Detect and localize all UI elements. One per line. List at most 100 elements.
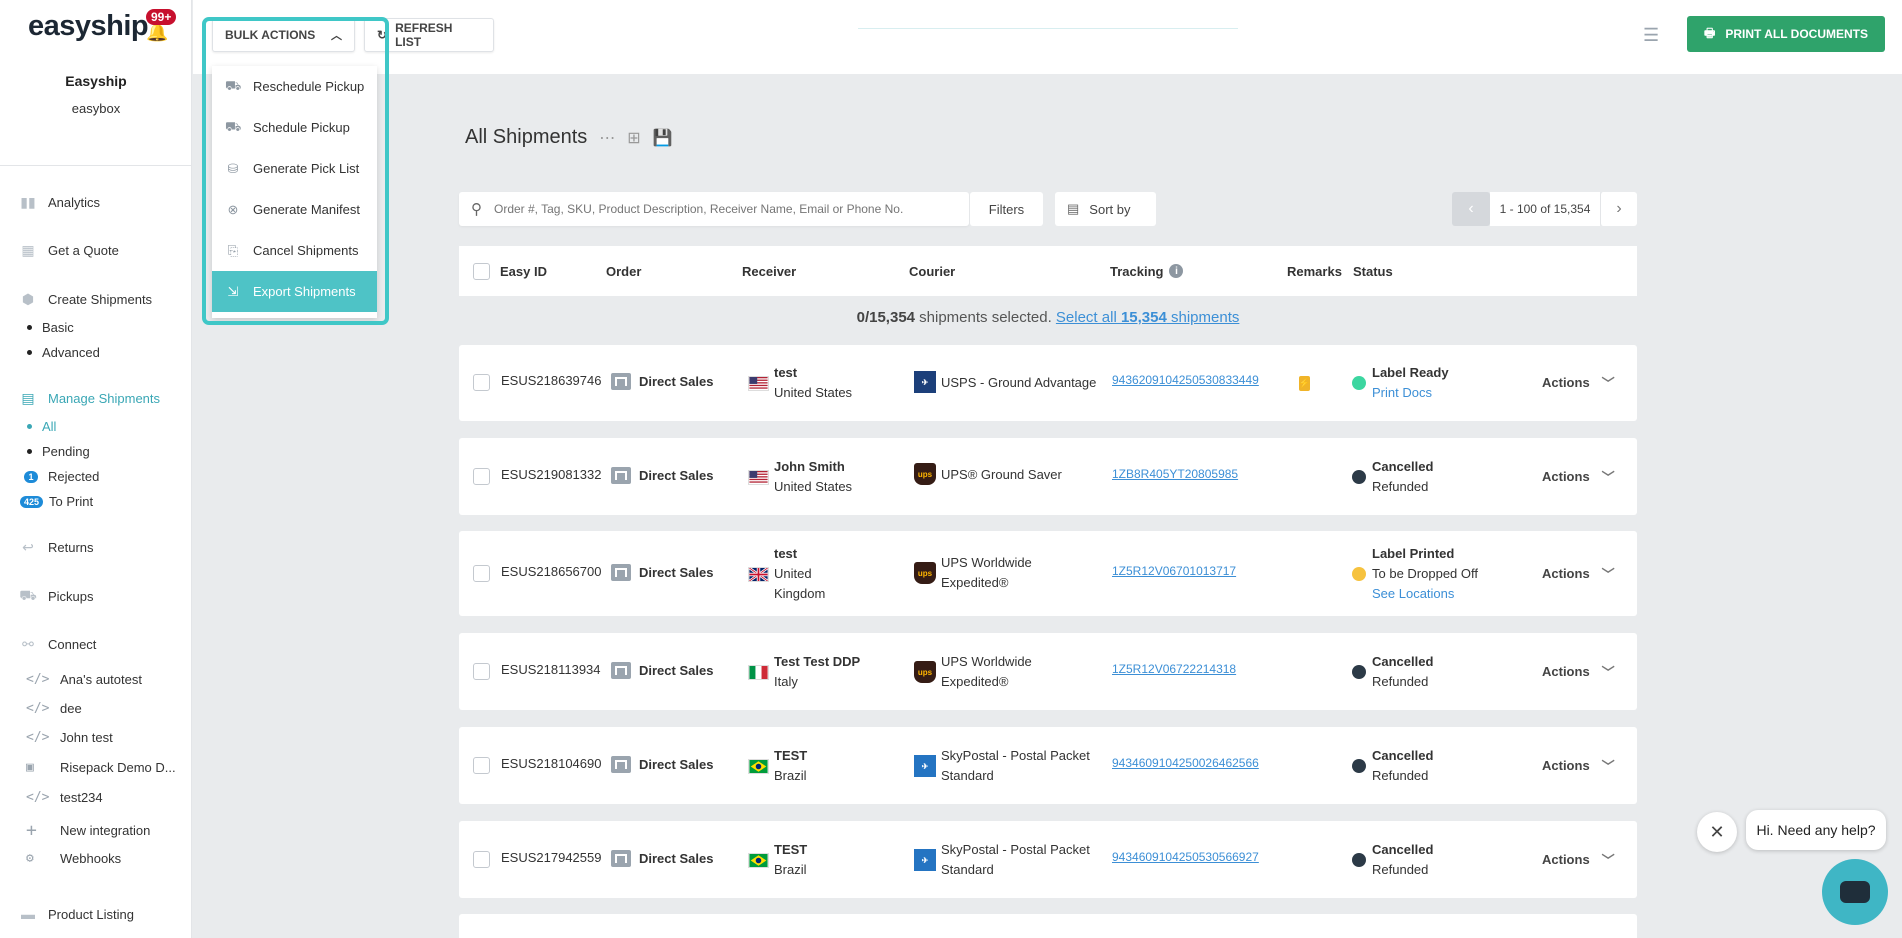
col-tracking[interactable]: Tracking i [1110, 246, 1184, 296]
easy-id[interactable]: ESUS218639746 [501, 373, 601, 388]
new-integration-link[interactable]: + New integration [26, 820, 150, 841]
row-checkbox[interactable] [473, 663, 490, 680]
menu-item-cancel-shipments[interactable]: ⎘ Cancel Shipments [212, 230, 377, 271]
integration-item[interactable]: </> test234 [26, 790, 103, 805]
next-page-button[interactable]: › [1600, 192, 1637, 226]
store-icon [611, 564, 631, 581]
menu-item-generate-manifest[interactable]: ⊗ Generate Manifest [212, 189, 377, 230]
table-row[interactable]: ESUS218104690 Direct Sales TEST Brazil ✈ … [459, 727, 1637, 804]
tracking-link[interactable]: 9436209104250530833449 [1112, 373, 1259, 387]
sidebar-item-pickups[interactable]: ⛟ Pickups [18, 586, 93, 606]
sidebar-subitem-advanced[interactable]: Advanced [27, 345, 100, 360]
actions-dropdown[interactable]: Actions ﹀ [1542, 850, 1615, 869]
select-all-link[interactable]: Select all 15,354 shipments [1056, 309, 1239, 326]
easy-id[interactable]: ESUS218104690 [501, 756, 601, 771]
webhooks-link[interactable]: ⚙ Webhooks [26, 851, 121, 866]
col-easy-id[interactable]: Easy ID [500, 246, 547, 296]
sidebar-subitem-all[interactable]: All [27, 419, 56, 434]
list-view-icon[interactable]: ☰ [1643, 25, 1659, 46]
actions-dropdown[interactable]: Actions ﹀ [1542, 756, 1615, 775]
chat-launcher-button[interactable] [1822, 859, 1888, 925]
easy-id[interactable]: ESUS218113934 [501, 662, 601, 677]
col-order[interactable]: Order [606, 246, 641, 296]
integration-item[interactable]: ▣ Risepack Demo D... [26, 760, 176, 775]
col-status[interactable]: Status [1353, 246, 1393, 296]
courier-name: USPS - Ground Advantage [941, 374, 1097, 390]
menu-item-schedule-pickup[interactable]: ⛟ Schedule Pickup [212, 107, 377, 148]
add-view-icon[interactable]: ⊞ [627, 128, 640, 148]
row-checkbox[interactable] [473, 851, 490, 868]
chevron-down-icon: ﹀ [1601, 759, 1615, 774]
remark-icon[interactable]: ⚡ [1299, 376, 1310, 391]
actions-label: Actions [1542, 852, 1590, 867]
col-receiver[interactable]: Receiver [742, 246, 796, 296]
menu-item-generate-pick-list[interactable]: ⛁ Generate Pick List [212, 148, 377, 189]
courier-name: SkyPostal - Postal Packet [941, 748, 1090, 763]
notification-badge[interactable]: 99+ [146, 9, 177, 25]
receiver-cell: test United States [748, 363, 852, 403]
print-docs-link[interactable]: Print Docs [1372, 383, 1449, 403]
sidebar-item-returns[interactable]: ↩ Returns [18, 537, 93, 557]
table-row[interactable]: ESUS218656700 Direct Sales test United Kin… [459, 531, 1637, 616]
select-all-checkbox[interactable] [473, 262, 490, 280]
tracking-link[interactable]: 1Z5R12V06722214318 [1112, 662, 1236, 676]
order-label: Direct Sales [639, 468, 714, 483]
receiver-cell: Test Test DDP Italy [748, 652, 860, 692]
account-name[interactable]: Easyship [0, 73, 192, 89]
previous-page-button[interactable]: ‹ [1452, 192, 1490, 226]
row-checkbox[interactable] [473, 374, 490, 391]
easy-id[interactable]: ESUS217942559 [501, 850, 601, 865]
see-locations-link[interactable]: See Locations [1372, 584, 1478, 604]
actions-dropdown[interactable]: Actions ﹀ [1542, 373, 1615, 392]
sort-by-button[interactable]: ▤ Sort by [1055, 192, 1156, 226]
sidebar-item-create-shipments[interactable]: ⬢ Create Shipments [18, 289, 152, 309]
actions-dropdown[interactable]: Actions ﹀ [1542, 662, 1615, 681]
sidebar-subitem-pending[interactable]: Pending [27, 444, 90, 459]
refresh-list-button[interactable]: ↻ REFRESH LIST [364, 18, 494, 52]
sidebar-item-product-listing[interactable]: ▬ Product Listing [18, 904, 134, 924]
more-icon[interactable]: ⋯ [599, 128, 615, 148]
bulk-actions-button[interactable]: BULK ACTIONS ︿ [212, 18, 355, 52]
easy-id[interactable]: ESUS218656700 [501, 564, 601, 579]
integration-item[interactable]: </> John test [26, 730, 113, 745]
table-row[interactable] [459, 914, 1637, 938]
integration-item[interactable]: </> Ana's autotest [26, 672, 142, 687]
sidebar-subitem-to-print[interactable]: 425 To Print [20, 494, 93, 509]
menu-item-reschedule-pickup[interactable]: ⛟ Reschedule Pickup [212, 66, 377, 107]
close-chat-button[interactable]: ✕ [1697, 812, 1737, 852]
chat-prompt[interactable]: Hi. Need any help? [1746, 810, 1886, 850]
integration-item[interactable]: </> dee [26, 701, 82, 716]
print-all-documents-button[interactable]: 🖶 PRINT ALL DOCUMENTS [1687, 16, 1885, 52]
filters-button[interactable]: Filters [970, 192, 1043, 226]
sidebar-item-analytics[interactable]: ▮▮ Analytics [18, 192, 100, 212]
easy-id[interactable]: ESUS219081332 [501, 467, 601, 482]
col-courier[interactable]: Courier [909, 246, 955, 296]
sidebar-item-manage-shipments[interactable]: ▤ Manage Shipments [18, 388, 160, 408]
table-row[interactable]: ESUS217942559 Direct Sales TEST Brazil ✈ … [459, 821, 1637, 898]
table-row[interactable]: ESUS218639746 Direct Sales test United St… [459, 345, 1637, 421]
table-row[interactable]: ESUS219081332 Direct Sales John Smith Uni… [459, 438, 1637, 515]
row-checkbox[interactable] [473, 468, 490, 485]
info-icon[interactable]: i [1169, 264, 1184, 278]
courier-name: Standard [941, 768, 994, 783]
actions-dropdown[interactable]: Actions ﹀ [1542, 564, 1615, 583]
actions-dropdown[interactable]: Actions ﹀ [1542, 467, 1615, 486]
sidebar-subitem-basic[interactable]: Basic [27, 320, 74, 335]
row-checkbox[interactable] [473, 757, 490, 774]
tracking-link[interactable]: 9434609104250530566927 [1112, 850, 1259, 864]
store-icon [611, 756, 631, 773]
search-input[interactable] [494, 202, 934, 216]
tracking-link[interactable]: 1ZB8R405YT20805985 [1112, 467, 1238, 481]
tracking-link[interactable]: 9434609104250026462566 [1112, 756, 1259, 770]
sidebar-item-quote[interactable]: ▦ Get a Quote [18, 240, 118, 260]
sidebar-item-connect[interactable]: ⚯ Connect [18, 634, 96, 654]
table-row[interactable]: ESUS218113934 Direct Sales Test Test DDP… [459, 633, 1637, 710]
row-checkbox[interactable] [473, 565, 490, 582]
col-remarks[interactable]: Remarks [1287, 246, 1342, 296]
save-icon[interactable]: 💾 [653, 128, 673, 148]
menu-item-export-shipments[interactable]: ⇲ Export Shipments [212, 271, 377, 312]
easyship-logo[interactable]: easyship [28, 10, 149, 43]
sidebar-subitem-rejected[interactable]: 1 Rejected [24, 469, 99, 484]
bell-icon[interactable]: 🔔 [146, 22, 168, 43]
tracking-link[interactable]: 1Z5R12V06701013717 [1112, 564, 1236, 578]
